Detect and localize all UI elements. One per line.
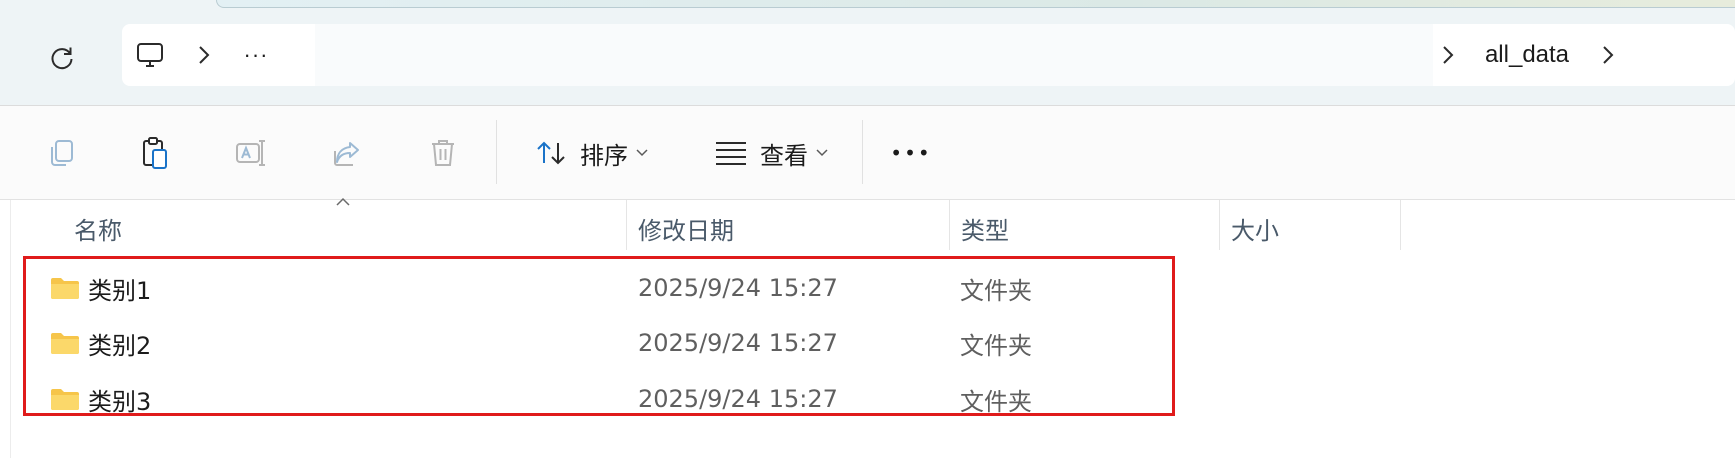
column-header-label: 修改日期	[638, 216, 734, 245]
command-separator	[862, 120, 863, 184]
share-button[interactable]	[320, 126, 374, 180]
more-options-icon: •••	[890, 141, 932, 165]
file-modified: 2025/9/24 15:27	[638, 385, 838, 413]
sort-icon	[537, 141, 565, 165]
trash-icon	[432, 140, 454, 166]
column-header-modified[interactable]: 修改日期	[638, 208, 734, 248]
breadcrumb-chevron[interactable]	[190, 24, 218, 86]
chevron-right-icon	[1603, 46, 1614, 64]
command-bar: 排序 查看 •••	[0, 106, 1735, 200]
chevron-down-icon	[816, 149, 828, 157]
file-name: 类别2	[88, 331, 152, 360]
breadcrumb-chevron[interactable]	[1434, 24, 1462, 86]
rename-icon	[236, 140, 265, 166]
view-label: 查看	[760, 141, 808, 170]
chevron-down-icon	[636, 149, 648, 157]
view-list-icon	[716, 142, 746, 165]
folder-icon	[51, 278, 79, 299]
chevron-right-icon	[199, 46, 210, 64]
copy-button[interactable]	[34, 126, 88, 180]
refresh-button[interactable]	[42, 38, 82, 78]
share-icon	[334, 142, 359, 166]
column-header-label: 名称	[74, 216, 122, 245]
tab-strip	[216, 0, 1735, 8]
breadcrumb-label: all_data	[1484, 41, 1570, 68]
rename-button[interactable]	[224, 126, 278, 180]
file-name-cell: 类别1	[50, 263, 151, 313]
file-name: 类别1	[88, 276, 152, 305]
refresh-icon	[51, 47, 73, 70]
file-row[interactable]: 类别1 2025/9/24 15:27 文件夹	[24, 263, 1174, 313]
address-empty-space[interactable]	[315, 24, 1433, 86]
breadcrumb-all-data[interactable]: all_data	[1472, 24, 1582, 86]
breadcrumb-chevron[interactable]	[1594, 24, 1622, 86]
paste-button[interactable]	[128, 126, 182, 180]
sort-button[interactable]: 排序	[526, 126, 656, 180]
column-separator[interactable]	[626, 200, 627, 250]
column-header-size[interactable]: 大小	[1231, 208, 1279, 248]
address-region: ··· all_data	[0, 0, 1735, 106]
column-header-label: 类型	[961, 216, 1009, 245]
copy-icon	[51, 140, 73, 166]
file-type: 文件夹	[960, 387, 1032, 416]
column-header-name[interactable]: 名称	[74, 208, 122, 248]
overflow-dots: ···	[243, 42, 269, 67]
view-button[interactable]: 查看	[706, 126, 836, 180]
file-name-cell: 类别2	[50, 318, 151, 368]
column-header-type[interactable]: 类型	[961, 208, 1009, 248]
command-separator	[496, 120, 497, 184]
folder-icon	[51, 333, 79, 354]
computer-icon	[137, 43, 163, 67]
file-row[interactable]: 类别3 2025/9/24 15:27 文件夹	[24, 374, 1174, 424]
pane-left-border	[10, 200, 11, 458]
column-separator[interactable]	[1400, 200, 1401, 250]
file-name-cell: 类别3	[50, 374, 151, 424]
sort-label: 排序	[580, 141, 628, 170]
file-list-pane: 名称 修改日期 类型 大小 类别1 2025/9/24 15:27 文件夹 类别…	[0, 197, 1735, 458]
file-row[interactable]: 类别2 2025/9/24 15:27 文件夹	[24, 318, 1174, 368]
column-separator[interactable]	[949, 200, 950, 250]
folder-icon	[51, 389, 79, 410]
more-options-button[interactable]: •••	[886, 126, 936, 180]
file-modified: 2025/9/24 15:27	[638, 329, 838, 357]
file-type: 文件夹	[960, 276, 1032, 305]
sort-ascending-indicator-icon	[336, 197, 350, 206]
breadcrumb-computer[interactable]	[130, 24, 170, 86]
file-name: 类别3	[88, 387, 152, 416]
paste-icon	[143, 137, 167, 169]
column-separator[interactable]	[1219, 200, 1220, 250]
chevron-right-icon	[1443, 46, 1454, 64]
file-modified: 2025/9/24 15:27	[638, 274, 838, 302]
column-header-label: 大小	[1231, 216, 1279, 245]
breadcrumb-overflow-button[interactable]: ···	[234, 24, 278, 86]
delete-button[interactable]	[416, 126, 470, 180]
file-type: 文件夹	[960, 331, 1032, 360]
address-bar[interactable]: ··· all_data	[122, 24, 1735, 86]
